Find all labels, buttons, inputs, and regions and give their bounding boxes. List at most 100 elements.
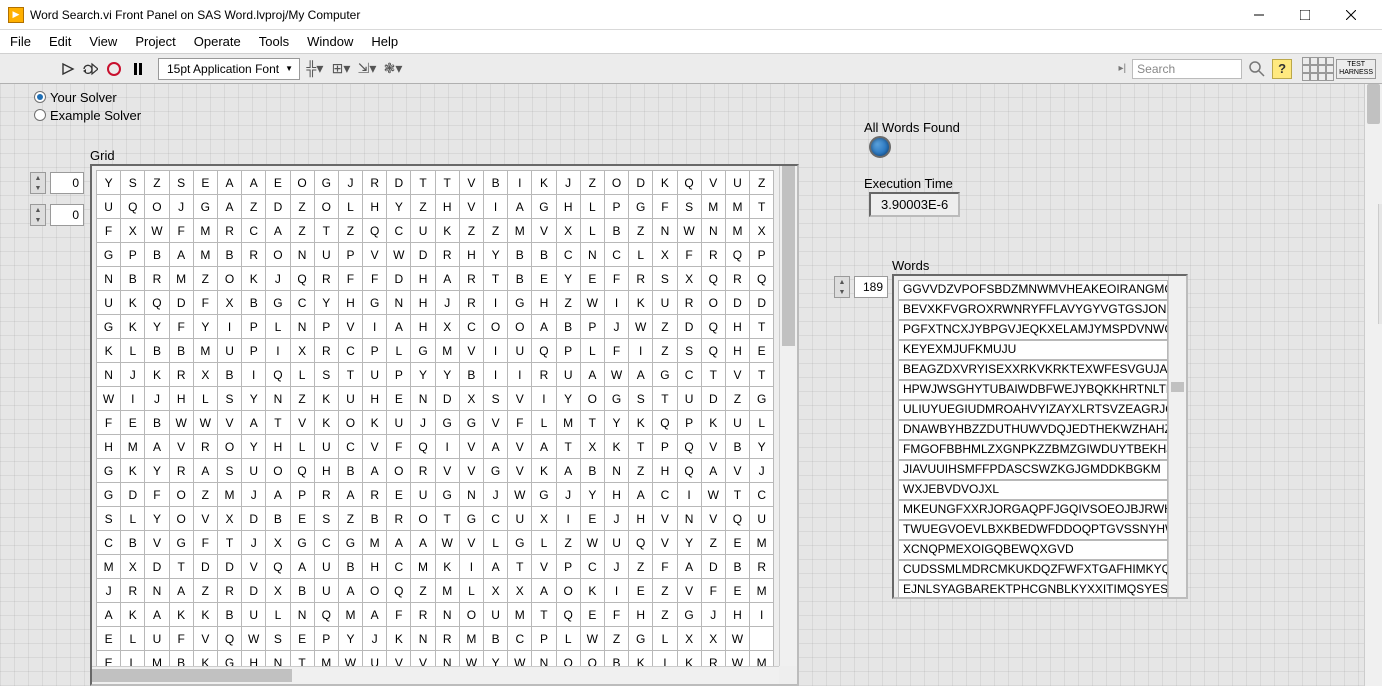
grid-cell[interactable]: Z [629, 555, 653, 579]
grid-cell[interactable]: F [604, 267, 628, 291]
grid-cell[interactable]: O [508, 315, 532, 339]
grid-cell[interactable]: V [508, 435, 532, 459]
grid-cell[interactable]: A [532, 315, 556, 339]
scrollbar-thumb[interactable] [92, 669, 292, 682]
grid-cell[interactable]: V [653, 507, 677, 531]
grid-cell[interactable]: B [725, 555, 749, 579]
grid-cell[interactable]: Z [604, 627, 628, 651]
grid-cell[interactable]: W [580, 291, 604, 315]
grid-cell[interactable]: R [242, 243, 266, 267]
grid-cell[interactable]: H [725, 603, 749, 627]
grid-cell[interactable]: A [629, 483, 653, 507]
grid-cell[interactable]: U [314, 435, 338, 459]
grid-cell[interactable]: A [532, 435, 556, 459]
grid-cell[interactable]: C [97, 531, 121, 555]
grid-cell[interactable]: L [266, 315, 290, 339]
grid-cell[interactable]: S [629, 387, 653, 411]
grid-cell[interactable]: V [459, 531, 483, 555]
grid-cell[interactable]: B [145, 411, 169, 435]
grid-cell[interactable]: Y [242, 387, 266, 411]
grid-cell[interactable]: C [387, 219, 411, 243]
grid-cell[interactable]: V [145, 531, 169, 555]
resize-menu[interactable]: ⇲▾ [356, 59, 378, 79]
grid-cell[interactable]: W [193, 411, 217, 435]
grid-cell[interactable]: O [556, 579, 580, 603]
step-up-icon[interactable]: ▲ [31, 173, 45, 183]
grid-cell[interactable]: K [193, 603, 217, 627]
grid-cell[interactable]: P [387, 363, 411, 387]
grid-cell[interactable]: L [532, 411, 556, 435]
grid-cell[interactable]: J [121, 363, 145, 387]
grid-cell[interactable]: M [217, 483, 241, 507]
grid-cell[interactable]: H [411, 291, 435, 315]
grid-cell[interactable]: R [459, 267, 483, 291]
grid-cell[interactable]: S [169, 171, 193, 195]
grid-cell[interactable]: V [701, 171, 725, 195]
grid-cell[interactable]: B [290, 579, 314, 603]
grid-cell[interactable]: P [750, 243, 774, 267]
grid-cell[interactable]: S [677, 195, 701, 219]
grid-cell[interactable]: R [435, 243, 459, 267]
grid-cell[interactable]: A [338, 579, 362, 603]
grid-cell[interactable]: K [121, 315, 145, 339]
grid-cell[interactable]: M [750, 531, 774, 555]
grid-cell[interactable]: L [290, 363, 314, 387]
grid-cell[interactable]: V [701, 507, 725, 531]
grid-cell[interactable]: D [629, 171, 653, 195]
grid-cell[interactable]: X [484, 579, 508, 603]
grid-cell[interactable]: J [169, 195, 193, 219]
grid-cell[interactable]: R [314, 339, 338, 363]
grid-cell[interactable]: W [508, 483, 532, 507]
grid-cell[interactable]: P [556, 339, 580, 363]
grid-cell[interactable]: P [121, 243, 145, 267]
grid-cell[interactable]: Z [193, 267, 217, 291]
grid-cell[interactable]: A [193, 459, 217, 483]
grid-cell[interactable]: Z [556, 531, 580, 555]
grid-cell[interactable]: N [435, 603, 459, 627]
grid-cell[interactable]: L [653, 627, 677, 651]
word-row[interactable]: BEVXKFVGROXRWNRYFFLAVYGYVGTGSJONSLEIXN [898, 300, 1168, 320]
grid-cell[interactable]: D [750, 291, 774, 315]
grid-cell[interactable]: K [653, 171, 677, 195]
grid-row-value[interactable]: 0 [50, 172, 84, 194]
grid-cell[interactable]: W [580, 627, 604, 651]
grid-cell[interactable]: V [508, 459, 532, 483]
grid-cell[interactable]: V [242, 555, 266, 579]
word-row[interactable]: DNAWBYHBZZDUTHUWVDQJEDTHEKWZHAHZSIR [898, 420, 1168, 440]
grid-cell[interactable]: T [725, 483, 749, 507]
grid-cell[interactable]: W [145, 219, 169, 243]
grid-cell[interactable]: Y [145, 315, 169, 339]
grid-cell[interactable]: N [97, 267, 121, 291]
grid-cell[interactable]: A [484, 555, 508, 579]
grid-cell[interactable]: F [97, 411, 121, 435]
grid-cell[interactable]: Z [580, 171, 604, 195]
grid-cell[interactable]: L [121, 339, 145, 363]
grid-cell[interactable]: W [629, 315, 653, 339]
grid-cell[interactable]: K [532, 459, 556, 483]
grid-cell[interactable]: V [677, 579, 701, 603]
grid-cell[interactable]: Z [556, 291, 580, 315]
grid-cell[interactable]: Q [725, 507, 749, 531]
grid-cell[interactable]: B [217, 603, 241, 627]
grid-cell[interactable]: A [532, 579, 556, 603]
grid-cell[interactable]: V [290, 411, 314, 435]
word-row[interactable]: TWUEGVOEVLBXKBEDWFDDOQPTGVSSNYHWMN [898, 520, 1168, 540]
grid-cell[interactable]: U [750, 507, 774, 531]
grid-cell[interactable]: D [725, 291, 749, 315]
grid-cell[interactable]: X [266, 579, 290, 603]
grid-cell[interactable]: Q [750, 267, 774, 291]
grid-cell[interactable]: K [121, 291, 145, 315]
grid-cell[interactable]: N [145, 579, 169, 603]
grid-cell[interactable]: U [411, 219, 435, 243]
grid-cell[interactable]: V [484, 411, 508, 435]
grid-cell[interactable]: P [604, 195, 628, 219]
grid-cell[interactable]: K [532, 171, 556, 195]
grid-cell[interactable]: O [363, 579, 387, 603]
grid-cell[interactable]: C [338, 339, 362, 363]
grid-cell[interactable]: R [169, 363, 193, 387]
grid-cell[interactable]: V [459, 339, 483, 363]
grid-cell[interactable]: U [97, 291, 121, 315]
grid-cell[interactable]: H [411, 315, 435, 339]
menu-file[interactable]: File [10, 34, 31, 49]
panel-vscroll[interactable] [1364, 84, 1382, 686]
